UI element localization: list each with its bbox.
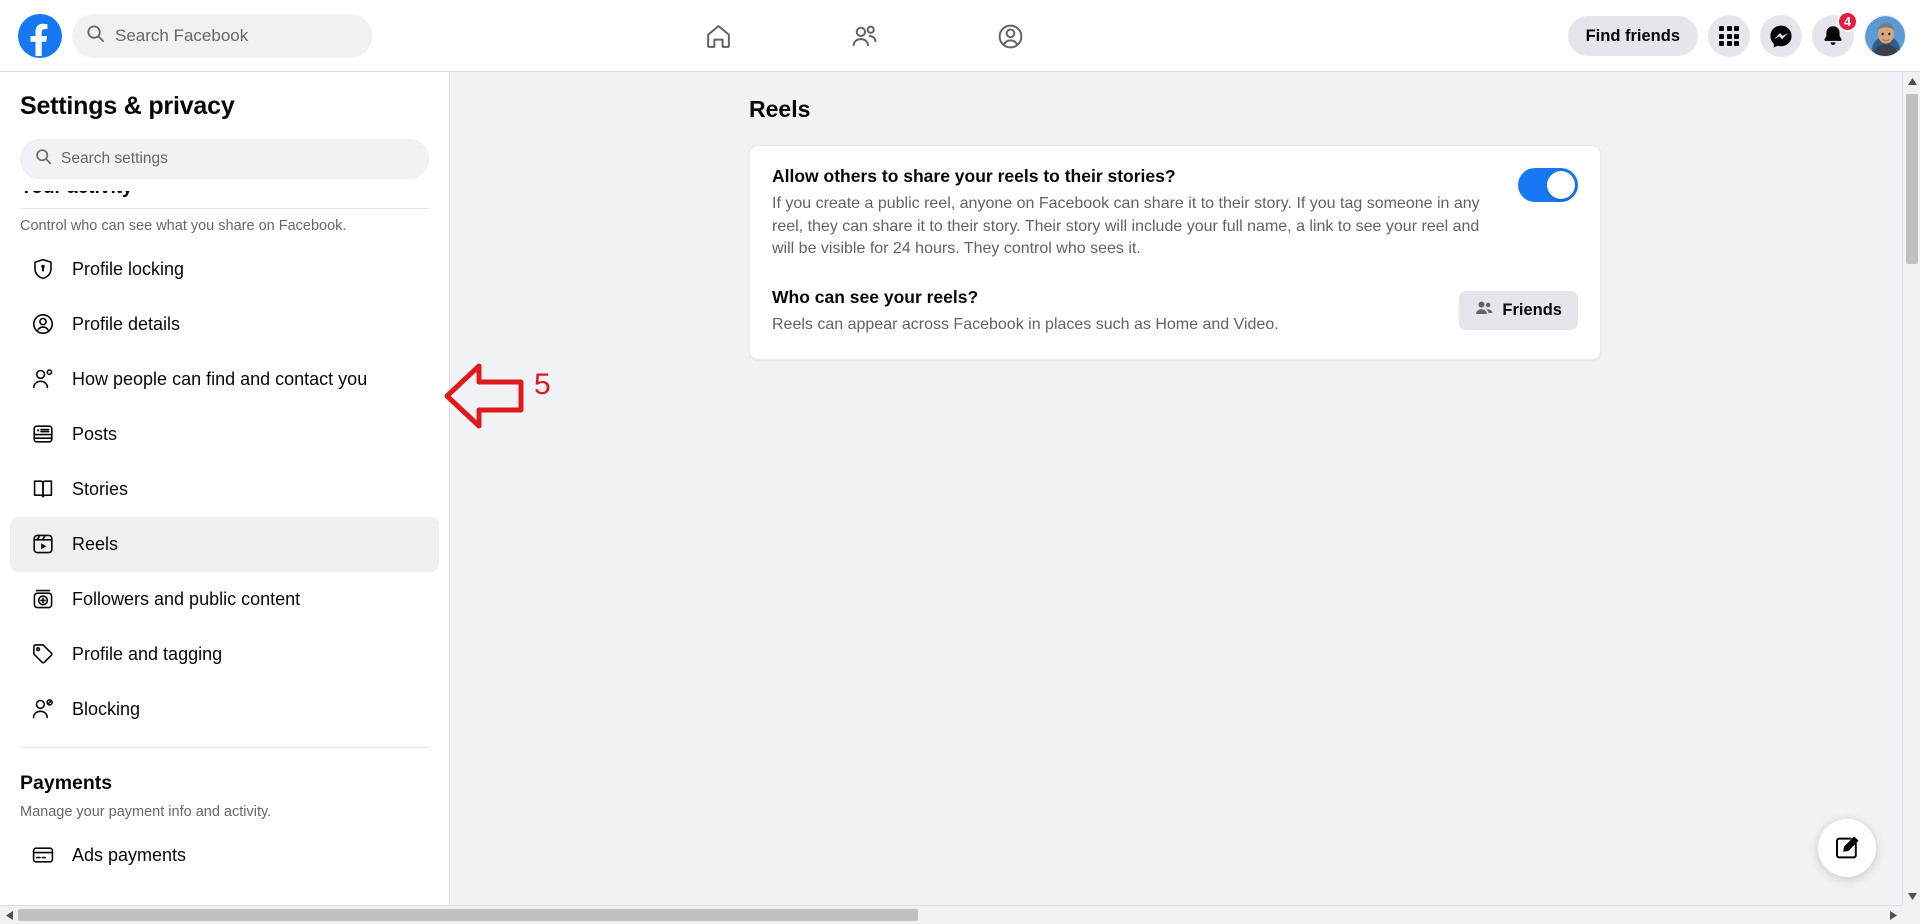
sidebar-item-label: Followers and public content	[72, 589, 300, 610]
messenger-button[interactable]	[1760, 15, 1802, 57]
settings-sidebar: Settings & privacy Search settings Your …	[0, 72, 450, 905]
tag-icon	[30, 641, 56, 667]
sidebar-item-reels[interactable]: Reels	[10, 517, 439, 572]
scroll-right-arrow-icon[interactable]	[1884, 906, 1902, 924]
nav-friends-icon[interactable]	[836, 10, 892, 62]
payments-section-subtitle: Manage your payment info and activity.	[0, 795, 449, 828]
facebook-logo[interactable]	[18, 14, 62, 58]
audience-label: Friends	[1502, 301, 1562, 320]
followers-plus-icon	[30, 586, 56, 612]
search-icon	[35, 148, 52, 170]
posts-icon	[30, 421, 56, 447]
compose-fab-button[interactable]	[1818, 819, 1876, 877]
person-block-icon	[30, 696, 56, 722]
primary-nav-icons	[690, 0, 1038, 72]
page-title: Settings & privacy	[0, 72, 449, 121]
nav-home-icon[interactable]	[690, 10, 746, 62]
audience-selector-button[interactable]: Friends	[1459, 291, 1578, 330]
sidebar-item-ads-payments[interactable]: Ads payments	[10, 828, 439, 883]
settings-search-placeholder: Search settings	[61, 150, 168, 168]
find-friends-button[interactable]: Find friends	[1568, 16, 1698, 56]
sidebar-item-label: Profile details	[72, 314, 180, 335]
privacy-section-subtitle: Control who can see what you share on Fa…	[0, 209, 449, 242]
scroll-down-arrow-icon[interactable]	[1903, 887, 1920, 905]
sidebar-item-blocking[interactable]: Blocking	[10, 682, 439, 737]
nav-profile-icon[interactable]	[982, 10, 1038, 62]
sidebar-item-label: How people can find and contact you	[72, 369, 367, 390]
shield-lock-icon	[30, 256, 56, 282]
share-reels-toggle[interactable]	[1518, 168, 1578, 202]
header-actions: Find friends 4	[1568, 0, 1906, 72]
vertical-scroll-thumb[interactable]	[1906, 94, 1918, 264]
setting-description: Reels can appear across Facebook in plac…	[772, 314, 1435, 337]
messenger-icon	[1769, 24, 1793, 48]
sidebar-item-label: Posts	[72, 424, 117, 445]
menu-grid-button[interactable]	[1708, 15, 1750, 57]
sidebar-item-label: Blocking	[72, 699, 140, 720]
scrollbar-corner	[1902, 905, 1920, 923]
search-icon	[86, 24, 105, 48]
sidebar-item-label: Stories	[72, 479, 128, 500]
settings-search-input[interactable]: Search settings	[20, 139, 429, 179]
notifications-badge: 4	[1837, 11, 1858, 32]
vertical-scrollbar[interactable]	[1902, 72, 1920, 905]
reels-icon	[30, 531, 56, 557]
horizontal-scrollbar[interactable]	[0, 905, 1902, 923]
setting-row-who-can-see-reels: Who can see your reels? Reels can appear…	[772, 287, 1578, 337]
setting-row-share-reels: Allow others to share your reels to thei…	[772, 166, 1578, 261]
user-avatar[interactable]	[1864, 15, 1906, 57]
profile-circle-icon	[30, 311, 56, 337]
setting-title: Allow others to share your reels to thei…	[772, 166, 1494, 188]
facebook-search-box[interactable]: Search Facebook	[72, 14, 372, 58]
toggle-knob	[1547, 171, 1575, 199]
setting-description: If you create a public reel, anyone on F…	[772, 193, 1494, 261]
sidebar-item-label: Profile and tagging	[72, 644, 222, 665]
reels-settings-card: Allow others to share your reels to thei…	[749, 145, 1601, 360]
credit-card-icon	[30, 842, 56, 868]
payments-section-heading: Payments	[0, 758, 449, 795]
friends-icon	[1475, 299, 1493, 322]
sidebar-item-followers-public-content[interactable]: Followers and public content	[10, 572, 439, 627]
sidebar-item-stories[interactable]: Stories	[10, 462, 439, 517]
sidebar-item-posts[interactable]: Posts	[10, 407, 439, 462]
main-section-title: Reels	[749, 96, 1902, 123]
sidebar-item-label: Profile locking	[72, 259, 184, 280]
sidebar-section-divider	[20, 747, 429, 748]
setting-text-block: Who can see your reels? Reels can appear…	[772, 287, 1435, 337]
scroll-left-arrow-icon[interactable]	[0, 906, 18, 924]
horizontal-scroll-thumb[interactable]	[18, 909, 918, 921]
setting-title: Who can see your reels?	[772, 287, 1435, 309]
sidebar-item-profile-details[interactable]: Profile details	[10, 297, 439, 352]
person-search-icon	[30, 366, 56, 392]
setting-text-block: Allow others to share your reels to thei…	[772, 166, 1494, 261]
clipped-section-heading: Your activity	[20, 191, 429, 207]
facebook-search-placeholder: Search Facebook	[115, 26, 248, 46]
stories-book-icon	[30, 476, 56, 502]
notifications-button[interactable]: 4	[1812, 15, 1854, 57]
top-navigation-bar: Search Facebook Find friends	[0, 0, 1920, 72]
compose-icon	[1833, 834, 1861, 862]
sidebar-item-profile-and-tagging[interactable]: Profile and tagging	[10, 627, 439, 682]
grid-icon	[1719, 26, 1739, 46]
sidebar-item-label: Ads payments	[72, 845, 186, 866]
sidebar-item-how-people-find-you[interactable]: How people can find and contact you	[10, 352, 439, 407]
main-content-area: Reels Allow others to share your reels t…	[451, 72, 1902, 905]
sidebar-item-profile-locking[interactable]: Profile locking	[10, 242, 439, 297]
sidebar-item-label: Reels	[72, 534, 118, 555]
scroll-up-arrow-icon[interactable]	[1903, 72, 1920, 90]
